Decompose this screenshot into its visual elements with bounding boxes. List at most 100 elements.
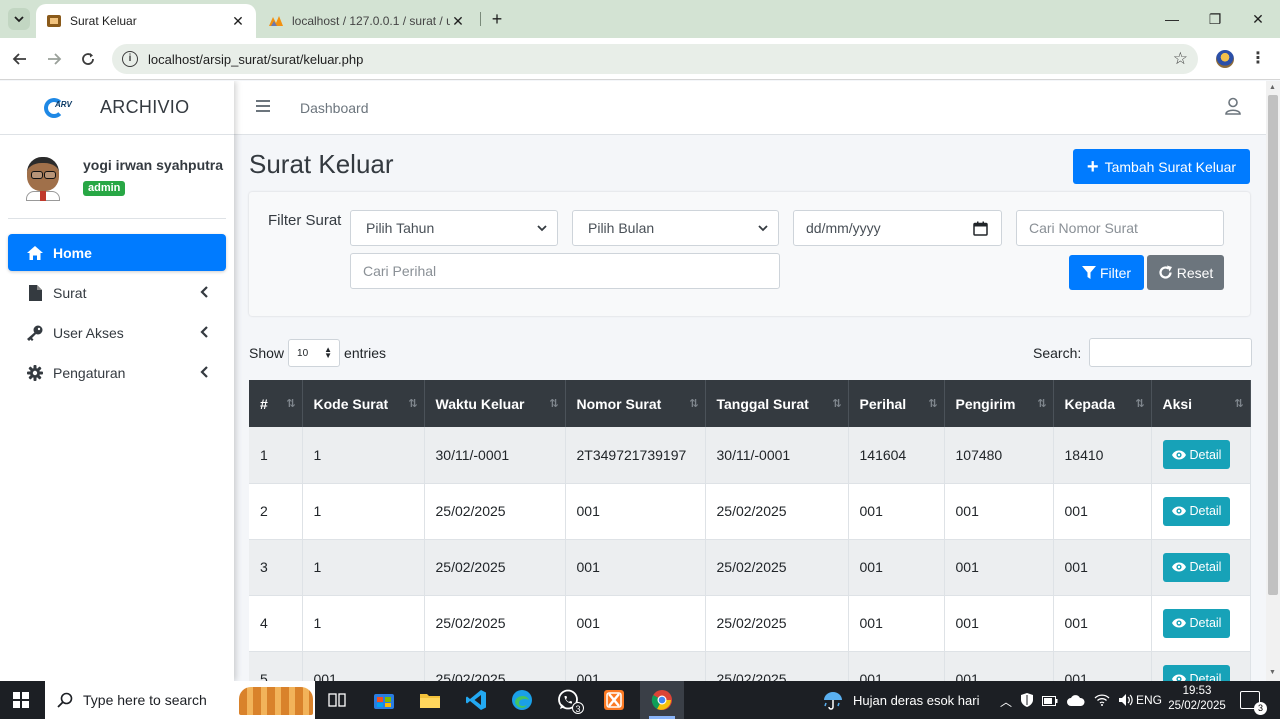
minimize-button[interactable]: — — [1160, 8, 1184, 30]
detail-button[interactable]: Detail — [1162, 664, 1231, 681]
tab-search-button[interactable] — [8, 8, 30, 30]
vscode-icon[interactable] — [462, 686, 490, 714]
brand-link[interactable]: ARV ARCHIVIO — [0, 81, 234, 135]
table-row: 4 1 25/02/2025 001 25/02/2025 001 001 001 Detail — [249, 595, 1251, 652]
filter-card: Filter Surat Pilih Tahun Pilih Bulan dd/… — [249, 192, 1250, 316]
table-cell: 001 — [944, 483, 1054, 540]
filter-button[interactable]: Filter — [1069, 255, 1144, 290]
nomor-surat-placeholder: Cari Nomor Surat — [1029, 220, 1138, 236]
wifi-icon[interactable] — [1094, 694, 1110, 709]
notification-center-icon[interactable]: 3 — [1240, 691, 1267, 715]
browser-tab-bar: Surat Keluar ✕ localhost / 127.0.0.1 / s… — [0, 0, 1280, 38]
maximize-button[interactable]: ❐ — [1203, 8, 1227, 30]
windows-start-icon[interactable] — [13, 692, 29, 708]
file-icon — [26, 284, 44, 302]
column-header-kepada[interactable]: Kepada ⇅ — [1053, 380, 1152, 427]
user-role-badge: admin — [83, 181, 126, 196]
taskbar-search-box[interactable]: Type here to search — [45, 681, 315, 719]
edge-browser-icon[interactable] — [508, 686, 536, 714]
profile-avatar-icon[interactable] — [1216, 50, 1234, 68]
search-icon — [57, 692, 73, 708]
clock-date: 25/02/2025 — [1168, 700, 1226, 712]
column-header-kode-surat[interactable]: Kode Surat ⇅ — [302, 380, 425, 427]
battery-icon[interactable] — [1042, 695, 1058, 709]
detail-button[interactable]: Detail — [1162, 608, 1231, 638]
browser-menu-icon[interactable]: ⋮ — [1250, 48, 1266, 70]
eye-icon — [1171, 506, 1186, 516]
chrome-icon[interactable] — [648, 686, 676, 714]
arrow-left-icon — [12, 53, 26, 65]
table-search-input[interactable] — [1089, 338, 1253, 367]
sidebar-item-surat[interactable]: Surat — [8, 274, 226, 311]
show-entries: Show 10 ▲ ▼ entries — [249, 339, 386, 367]
column-header-number[interactable]: # ⇅ — [249, 380, 303, 427]
column-header-nomor-surat[interactable]: Nomor Surat ⇅ — [565, 380, 706, 427]
close-window-button[interactable]: ✕ — [1246, 8, 1270, 30]
sort-icon: ⇅ — [1135, 398, 1144, 410]
language-indicator[interactable]: ENG — [1136, 693, 1162, 707]
date-input[interactable]: dd/mm/yyyy — [793, 210, 1002, 246]
back-button[interactable] — [9, 48, 31, 70]
detail-button[interactable]: Detail — [1162, 440, 1231, 470]
column-header-aksi[interactable]: Aksi ⇅ — [1151, 380, 1251, 427]
column-header-pengirim[interactable]: Pengirim ⇅ — [944, 380, 1054, 427]
close-tab-icon[interactable]: ✕ — [450, 13, 466, 30]
year-select[interactable]: Pilih Tahun — [350, 210, 558, 246]
table-cell: 2 — [249, 483, 303, 540]
scrollbar-thumb[interactable] — [1268, 95, 1278, 595]
menu-toggle-icon[interactable] — [256, 100, 270, 114]
taskbar-clock[interactable]: 19:53 25/02/2025 — [1164, 684, 1230, 714]
site-info-icon[interactable]: i — [122, 51, 138, 67]
table-row: 1 1 30/11/-0001 2T349721739197 30/11/-0001 14… — [249, 427, 1251, 484]
reset-button[interactable]: Reset — [1147, 255, 1224, 290]
table-cell: 1 — [302, 483, 425, 540]
sidebar-item-user-akses[interactable]: User Akses — [8, 314, 226, 351]
task-view-icon[interactable] — [323, 686, 351, 714]
new-tab-button[interactable]: + — [486, 8, 508, 30]
table-cell: 001 — [565, 651, 706, 681]
reload-button[interactable] — [77, 48, 99, 70]
table-cell: 25/02/2025 — [424, 595, 566, 652]
user-icon[interactable] — [1224, 97, 1242, 115]
nomor-surat-search-input[interactable]: Cari Nomor Surat — [1016, 210, 1224, 246]
column-header-waktu-keluar[interactable]: Waktu Keluar ⇅ — [424, 380, 566, 427]
scroll-down-icon[interactable]: ▼ — [1269, 669, 1276, 676]
file-explorer-icon[interactable] — [416, 686, 444, 714]
scroll-up-icon[interactable]: ▲ — [1269, 84, 1276, 91]
weather-widget[interactable]: Hujan deras esok hari — [822, 690, 979, 710]
entries-label: entries — [344, 345, 387, 361]
whatsapp-icon[interactable]: 3 — [554, 686, 584, 714]
detail-button[interactable]: Detail — [1162, 496, 1231, 526]
entries-length-select[interactable]: 10 ▲ ▼ — [288, 339, 341, 367]
sidebar-item-home[interactable]: Home — [8, 234, 226, 271]
table-cell: 001 — [848, 539, 945, 596]
column-header-perihal[interactable]: Perihal ⇅ — [848, 380, 945, 427]
forward-button[interactable] — [43, 48, 65, 70]
sort-icon: ⇅ — [832, 398, 841, 410]
security-shield-icon[interactable] — [1021, 693, 1034, 710]
onedrive-cloud-icon[interactable] — [1067, 694, 1085, 709]
tray-expand-icon[interactable]: ︿ — [1000, 693, 1012, 710]
add-surat-keluar-button[interactable]: + Tambah Surat Keluar — [1073, 149, 1250, 184]
sidebar-item-pengaturan[interactable]: Pengaturan — [8, 354, 226, 391]
microsoft-store-icon[interactable] — [370, 686, 398, 714]
volume-icon[interactable] — [1119, 694, 1133, 709]
month-select[interactable]: Pilih Bulan — [572, 210, 779, 246]
filter-funnel-icon — [1081, 265, 1096, 279]
calendar-icon[interactable] — [973, 221, 988, 236]
page-scrollbar[interactable]: ▲ ▼ — [1266, 81, 1280, 681]
main-content: Dashboard Surat Keluar + Tambah Surat Ke… — [234, 81, 1266, 681]
address-bar[interactable]: i localhost/arsip_surat/surat/keluar.php… — [112, 44, 1198, 74]
breadcrumb-dashboard[interactable]: Dashboard — [300, 100, 369, 116]
tab-phpmyadmin[interactable]: localhost / 127.0.0.1 / surat / us ✕ — [258, 4, 476, 38]
tab-surat-keluar[interactable]: Surat Keluar ✕ — [36, 4, 256, 38]
column-header-tanggal-surat[interactable]: Tanggal Surat ⇅ — [705, 380, 849, 427]
table-cell: 18410 — [1053, 427, 1152, 484]
surat-keluar-table: # ⇅ Kode Surat ⇅ Waktu Keluar ⇅ Nomor Surat… — [249, 380, 1251, 681]
clock-time: 19:53 — [1182, 685, 1212, 697]
perihal-search-input[interactable]: Cari Perihal — [350, 253, 780, 289]
detail-button[interactable]: Detail — [1162, 552, 1231, 582]
xampp-icon[interactable] — [600, 686, 628, 714]
close-tab-icon[interactable]: ✕ — [230, 13, 246, 30]
bookmark-star-icon[interactable]: ☆ — [1173, 49, 1188, 69]
